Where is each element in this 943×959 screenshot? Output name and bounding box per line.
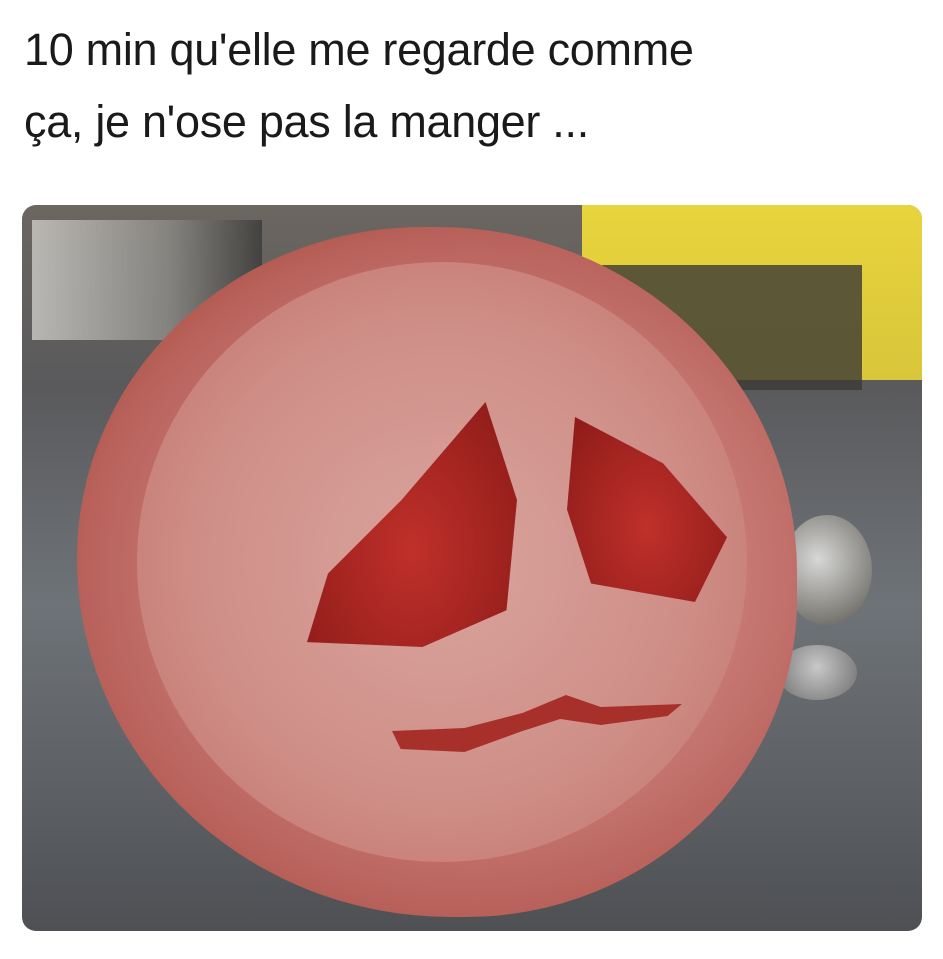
meme-photo: [22, 205, 922, 931]
caption-line-1: 10 min qu'elle me regarde comme: [24, 24, 694, 75]
tomato-slice: [77, 227, 797, 917]
tomato-right-eye: [567, 417, 727, 602]
meme-caption: 10 min qu'elle me regarde comme ça, je n…: [24, 14, 924, 158]
tomato-mouth: [392, 695, 682, 752]
tomato-flesh: [137, 262, 747, 862]
caption-line-2: ça, je n'ose pas la manger ...: [24, 96, 589, 147]
tomato-left-eye: [307, 402, 517, 647]
